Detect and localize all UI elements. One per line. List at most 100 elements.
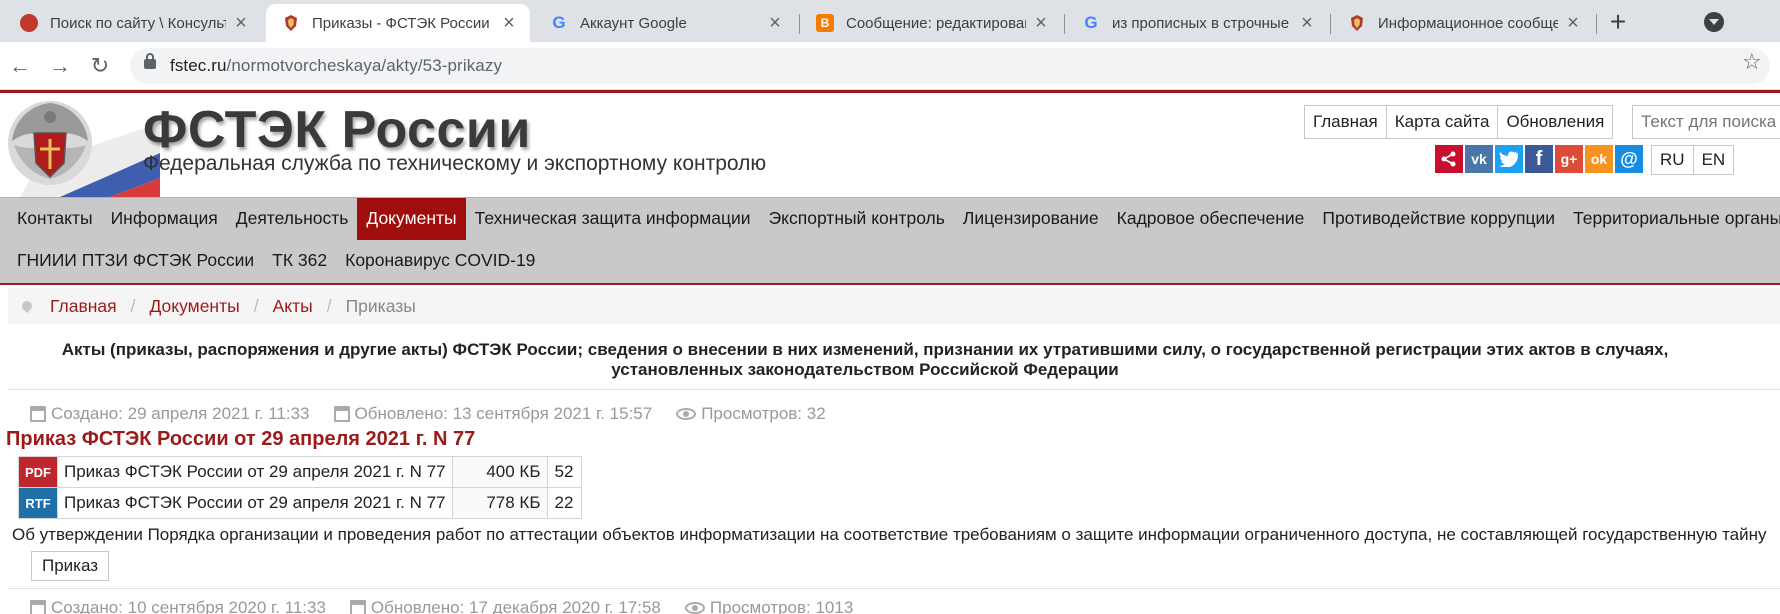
attachment-row: RTF Приказ ФСТЭК России от 29 апреля 202… [18,487,582,519]
new-tab-button[interactable]: + [1603,8,1633,38]
nav-item-anti-corruption[interactable]: Противодействие коррупции [1313,198,1564,240]
nav-item-tk362[interactable]: ТК 362 [263,244,336,280]
nav-item-gniii[interactable]: ГНИИИ ПТЗИ ФСТЭК России [8,244,263,280]
browser-tab[interactable]: Поиск по сайту \ Консульта × [4,4,262,42]
calendar-icon [349,600,366,614]
tab-separator [1596,14,1597,34]
article-description: Об утверждении Порядка организации и про… [12,525,1767,544]
blogger-favicon-icon: B [816,14,834,32]
attachment-row: PDF Приказ ФСТЭК России от 29 апреля 202… [18,456,582,488]
map-pin-icon [19,298,35,314]
tab-title: из прописных в строчные [1112,14,1290,32]
lang-en-link[interactable]: EN [1692,145,1735,175]
close-icon[interactable]: × [500,13,518,33]
fstec-emblem-logo[interactable] [0,93,160,197]
odnoklassniki-icon[interactable]: ok [1585,145,1613,173]
mail-icon[interactable]: @ [1615,145,1643,173]
browser-tab[interactable]: G из прописных в строчные × [1066,4,1328,42]
tag-prikaz-button[interactable]: Приказ [31,551,110,581]
reload-icon[interactable]: ↻ [84,50,116,82]
tab-title: Поиск по сайту \ Консульта [50,14,226,32]
lang-ru-link[interactable]: RU [1651,145,1694,175]
calendar-icon [30,406,46,422]
created-date: Создано: 29 апреля 2021 г. 11:33 [51,404,310,423]
pdf-file-icon: PDF [19,457,57,487]
close-icon[interactable]: × [1564,13,1582,33]
nav-item-covid[interactable]: Коронавирус COVID-19 [336,244,544,280]
view-count: Просмотров: 32 [701,404,826,423]
updated-date: Обновлено: 13 сентября 2021 г. 15:57 [354,404,653,423]
breadcrumb-separator: / [326,295,332,316]
breadcrumb-acts[interactable]: Акты [273,296,313,317]
forward-arrow-icon[interactable]: → [44,50,76,82]
eye-icon [684,602,705,614]
twitter-icon[interactable] [1495,145,1523,173]
download-count: 22 [546,487,582,519]
tab-title: Приказы - ФСТЭК России [312,14,490,32]
attachments-table: PDF Приказ ФСТЭК России от 29 апреля 202… [18,456,582,519]
created-date: Создано: 10 сентября 2020 г. 11:33 [51,598,326,614]
vk-icon[interactable]: vk [1465,145,1493,173]
lock-icon[interactable] [144,53,156,69]
breadcrumb: Главная / Документы / Акты / Приказы [8,288,1780,324]
browser-tab[interactable]: G Аккаунт Google × [534,4,796,42]
nav-item-staffing[interactable]: Кадровое обеспечение [1108,198,1314,240]
language-switch: RU EN [1651,145,1735,175]
header-top-border [0,90,1780,93]
category-title: Акты (приказы, распоряжения и другие акт… [0,340,1780,380]
home-link[interactable]: Главная [1304,105,1387,139]
consultant-favicon-icon [20,14,38,32]
attachment-link[interactable]: Приказ ФСТЭК России от 29 апреля 2021 г.… [57,487,453,519]
nav-item-technical-protection[interactable]: Техническая защита информации [466,198,760,240]
nav-item-information[interactable]: Информация [102,198,227,240]
category-title-text: Акты (приказы, распоряжения и другие акт… [61,340,1669,379]
tab-search-chevron-icon[interactable] [1704,12,1724,32]
site-title[interactable]: ФСТЭК России [143,100,531,160]
updated-date: Обновлено: 17 декабря 2020 г. 17:58 [370,598,661,614]
nav-item-export-control[interactable]: Экспортный контроль [760,198,954,240]
divider [8,588,1780,589]
browser-tab[interactable]: Информационное сообще × [1332,4,1594,42]
google-favicon-icon: G [552,13,566,32]
nav-item-territorial-bodies[interactable]: Территориальные органы [1564,198,1780,240]
download-count: 52 [546,456,582,488]
main-navigation: Контакты Информация Деятельность Докумен… [0,197,1780,285]
breadcrumb-home[interactable]: Главная [50,296,117,317]
site-subtitle: Федеральная служба по техническому и экс… [143,152,767,175]
article-title-link[interactable]: Приказ ФСТЭК России от 29 апреля 2021 г.… [6,428,475,451]
nav-item-documents[interactable]: Документы [357,198,466,240]
tab-title: Информационное сообще [1378,14,1558,32]
share-icon[interactable] [1435,145,1463,173]
fstec-favicon-icon [1348,14,1366,32]
back-arrow-icon[interactable]: ← [4,50,36,82]
browser-tab[interactable]: B Сообщение: редактирован × [800,4,1062,42]
attachment-link[interactable]: Приказ ФСТЭК России от 29 апреля 2021 г.… [57,456,453,488]
nav-item-licensing[interactable]: Лицензирование [954,198,1108,240]
close-icon[interactable]: × [1032,13,1050,33]
article-meta: Создано: 29 апреля 2021 г. 11:33 Обновле… [30,404,826,424]
address-url[interactable]: fstec.ru/normotvorcheskaya/akty/53-prika… [170,56,502,76]
rtf-file-icon: RTF [19,488,57,518]
tab-separator [1330,14,1331,34]
site-search-input[interactable] [1632,105,1780,139]
address-bar[interactable]: fstec.ru/normotvorcheskaya/akty/53-prika… [130,48,1770,84]
updates-link[interactable]: Обновления [1497,105,1614,139]
tab-title: Аккаунт Google [580,14,687,32]
nav-item-activity[interactable]: Деятельность [227,198,358,240]
close-icon[interactable]: × [1298,13,1316,33]
sitemap-link[interactable]: Карта сайта [1385,105,1499,139]
close-icon[interactable]: × [766,13,784,33]
close-icon[interactable]: × [232,13,250,33]
header-top-links: Главная Карта сайта Обновления [1304,105,1614,139]
article-meta: Создано: 10 сентября 2020 г. 11:33 Обнов… [30,598,853,614]
browser-tab-active[interactable]: Приказы - ФСТЭК России × [266,4,530,42]
view-count: Просмотров: 1013 [709,598,854,614]
attachment-size: 400 КБ [451,456,548,488]
nav-row: Контакты Информация Деятельность Докумен… [8,198,1780,240]
bookmark-star-icon[interactable]: ☆ [1742,49,1762,75]
nav-item-contacts[interactable]: Контакты [8,198,102,240]
breadcrumb-documents[interactable]: Документы [149,296,239,317]
googleplus-icon[interactable]: g+ [1555,145,1583,173]
facebook-icon[interactable]: f [1525,145,1553,173]
calendar-icon [333,406,350,422]
